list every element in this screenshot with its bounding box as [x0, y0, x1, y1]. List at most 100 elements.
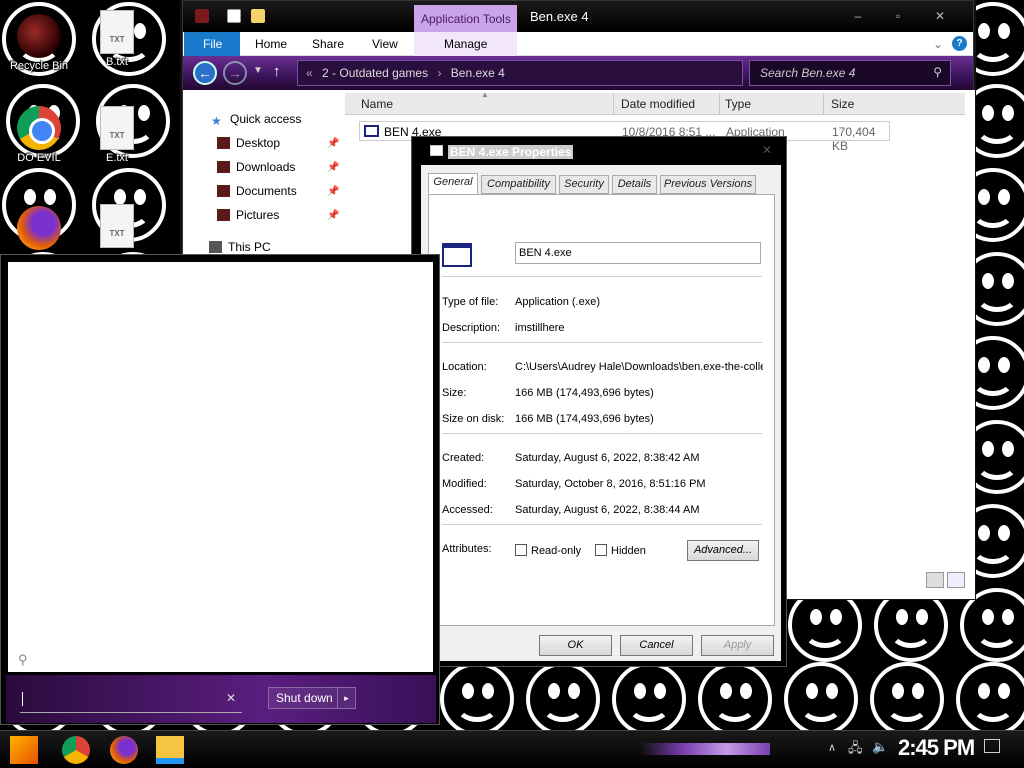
sidebar-item-documents[interactable]: Documents: [217, 184, 297, 198]
folder-breadcrumb-icon: «: [306, 66, 313, 80]
tab-manage[interactable]: Manage: [414, 32, 517, 56]
firefox-taskbar-icon[interactable]: [110, 736, 138, 764]
tab-file[interactable]: File: [184, 32, 240, 56]
dialog-title: BEN 4.exe Properties: [448, 145, 574, 159]
up-arrow-icon[interactable]: ↑: [273, 63, 281, 80]
dialog-close-icon[interactable]: ✕: [762, 143, 772, 157]
large-icons-view-icon[interactable]: [947, 572, 965, 588]
pin-icon[interactable]: 📌: [327, 210, 339, 221]
tab-general[interactable]: General: [428, 173, 478, 194]
pin-icon[interactable]: 📌: [327, 162, 339, 173]
properties-quick-icon[interactable]: [227, 9, 241, 23]
breadcrumb-current[interactable]: Ben.exe 4: [451, 66, 505, 80]
sidebar-item-desktop[interactable]: Desktop: [217, 136, 280, 150]
file-name-input[interactable]: BEN 4.exe: [515, 242, 761, 264]
smiley-mouth: [713, 688, 757, 722]
explorer-title-bar[interactable]: Application Tools Ben.exe 4 – ▫ ✕: [183, 1, 973, 32]
smiley-mouth: [627, 688, 671, 722]
tab-compatibility[interactable]: Compatibility: [481, 175, 556, 194]
sidebar-item-this-pc[interactable]: This PC: [209, 240, 271, 254]
tab-share[interactable]: Share: [312, 37, 344, 51]
type-label: Type of file:: [442, 296, 499, 308]
desktop-icon-b-txt[interactable]: TXT B.txt: [82, 10, 152, 68]
checkbox-box[interactable]: [595, 544, 607, 556]
ribbon-tab-bar: File Home Share View Manage ⌄ ?: [183, 32, 973, 56]
volume-icon[interactable]: 🔈: [872, 739, 888, 755]
shut-down-button[interactable]: Shut down ▸: [268, 687, 356, 709]
desktop-icon-recycle-bin[interactable]: Recycle Bin: [4, 14, 74, 72]
desktop-icon-label: E.txt: [105, 152, 128, 164]
checkbox-box[interactable]: [515, 544, 527, 556]
smiley-wallpaper-icon: [526, 662, 600, 736]
address-bar[interactable]: « 2 - Outdated games › Ben.exe 4: [297, 60, 743, 86]
column-header-date[interactable]: Date modified: [621, 97, 695, 111]
read-only-checkbox[interactable]: Read-only: [515, 544, 581, 557]
search-icon[interactable]: ⚲: [933, 65, 942, 79]
hidden-checkbox[interactable]: Hidden: [595, 544, 646, 557]
advanced-button[interactable]: Advanced...: [687, 540, 759, 561]
cancel-button[interactable]: Cancel: [620, 635, 693, 656]
recent-locations-chevron-icon[interactable]: ▼: [253, 65, 263, 76]
chrome-taskbar-icon[interactable]: [62, 736, 90, 764]
recycle-bin-icon: [17, 14, 61, 58]
location-value: C:\Users\Audrey Hale\Downloads\ben.exe-t…: [515, 361, 763, 373]
smiley-wallpaper-icon: [960, 588, 1024, 662]
desktop-icon-e-txt[interactable]: TXT E.txt: [82, 106, 152, 164]
maximize-button[interactable]: ▫: [883, 5, 913, 27]
desktop-icon-firefox[interactable]: [4, 206, 74, 250]
tab-security[interactable]: Security: [559, 175, 609, 194]
column-divider[interactable]: [719, 93, 720, 115]
apply-button[interactable]: Apply: [701, 635, 774, 656]
taskbar-clock[interactable]: 2:45 PM: [898, 735, 975, 761]
smiley-mouth: [803, 614, 847, 648]
general-tab-page: BEN 4.exe Type of file: Application (.ex…: [428, 194, 775, 626]
help-icon[interactable]: ?: [952, 36, 967, 51]
file-explorer-taskbar-icon[interactable]: [156, 736, 184, 764]
column-header-row: Name ▲ Date modified Type Size: [345, 90, 965, 115]
show-hidden-icons-chevron-icon[interactable]: ∧: [828, 741, 836, 754]
ok-button[interactable]: OK: [539, 635, 612, 656]
back-arrow-icon[interactable]: ←: [193, 61, 217, 85]
tab-view[interactable]: View: [372, 37, 398, 51]
clear-search-icon[interactable]: ✕: [226, 691, 236, 705]
new-folder-quick-icon[interactable]: [251, 9, 265, 23]
tab-details[interactable]: Details: [612, 175, 657, 194]
pin-icon[interactable]: 📌: [327, 186, 339, 197]
details-view-icon[interactable]: [925, 572, 944, 588]
search-input[interactable]: Search Ben.exe 4 ⚲: [749, 60, 951, 86]
column-header-size[interactable]: Size: [831, 97, 854, 111]
start-search-input[interactable]: ✕: [20, 687, 242, 713]
column-divider[interactable]: [613, 93, 614, 115]
desktop-icon-do-evil[interactable]: DO EVIL: [4, 106, 74, 164]
start-button-icon[interactable]: [10, 736, 38, 764]
smiley-mouth: [971, 194, 1015, 228]
app-icon: [195, 9, 209, 23]
tab-previous-versions[interactable]: Previous Versions: [660, 175, 756, 194]
ribbon-expand-chevron-icon[interactable]: ⌄: [933, 37, 943, 51]
sidebar-item-pictures[interactable]: Pictures: [217, 208, 279, 222]
sidebar-item-quick-access[interactable]: ★ Quick access: [211, 112, 302, 128]
sidebar-item-downloads[interactable]: Downloads: [217, 160, 295, 174]
desktop-icon-txt[interactable]: TXT: [82, 204, 152, 248]
firefox-icon: [17, 206, 61, 250]
notifications-icon[interactable]: [984, 739, 1000, 753]
modified-label: Modified:: [442, 478, 487, 490]
smiley-wallpaper-icon: [956, 662, 1024, 736]
breadcrumb-root[interactable]: 2 - Outdated games: [322, 66, 428, 80]
sidebar-item-label: Quick access: [230, 112, 302, 126]
separator: [442, 433, 762, 434]
tab-home[interactable]: Home: [255, 37, 287, 51]
taskbar-decoration: [640, 743, 770, 755]
shut-down-options-arrow-icon[interactable]: ▸: [337, 688, 355, 708]
column-header-type[interactable]: Type: [725, 97, 751, 111]
network-icon[interactable]: 🖧: [848, 739, 863, 761]
pictures-folder-icon: [217, 209, 230, 221]
column-header-name[interactable]: Name: [361, 97, 393, 111]
smiley-mouth: [455, 688, 499, 722]
column-divider[interactable]: [823, 93, 824, 115]
close-button[interactable]: ✕: [925, 5, 955, 27]
pin-icon[interactable]: 📌: [327, 138, 339, 149]
minimize-button[interactable]: –: [843, 5, 873, 27]
smiley-wallpaper-icon: [870, 662, 944, 736]
forward-arrow-icon[interactable]: →: [223, 61, 247, 85]
